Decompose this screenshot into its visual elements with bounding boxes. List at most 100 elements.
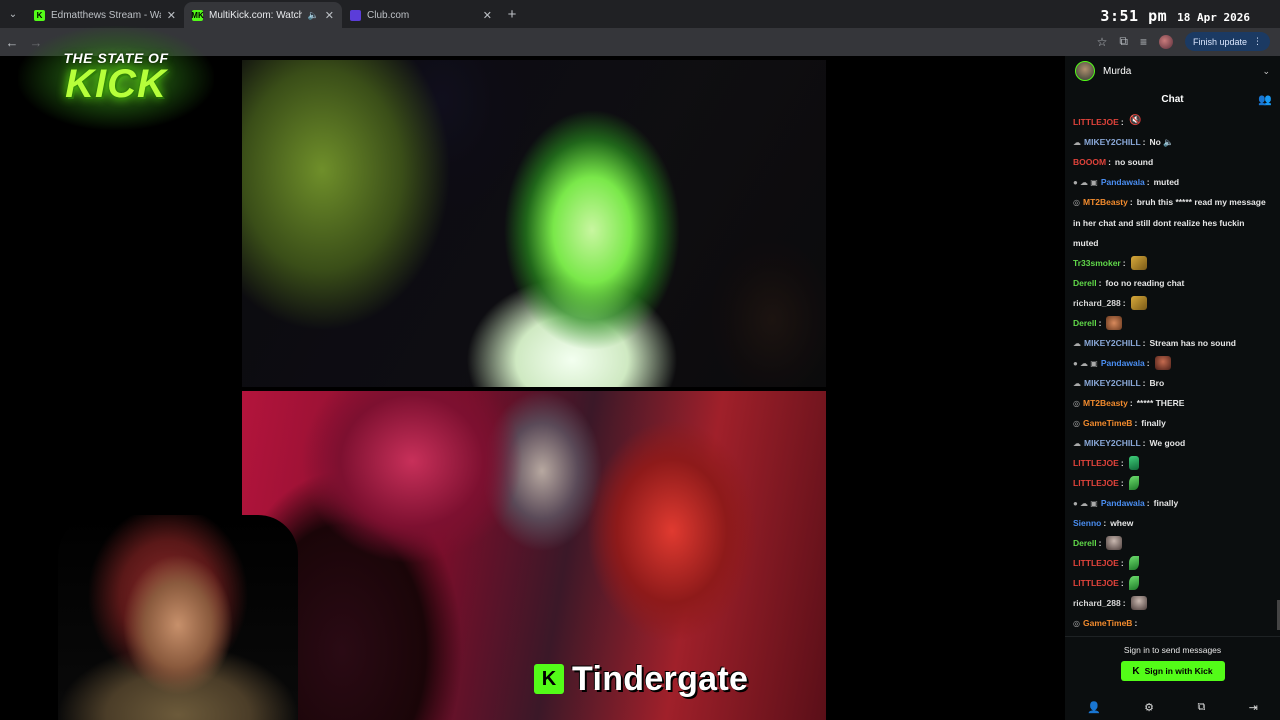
new-tab-button[interactable]: + — [500, 6, 524, 23]
chat-username[interactable]: richard_288 — [1073, 598, 1121, 608]
chat-title: Chat — [1161, 93, 1184, 105]
chat-username[interactable]: LITTLEJOE — [1073, 578, 1119, 588]
chat-username[interactable]: Derell — [1073, 538, 1097, 548]
chat-message: LITTLEJOE: — [1073, 573, 1272, 593]
tab-title: Edmatthews Stream - Watch Li — [51, 9, 161, 21]
media-queue-icon[interactable]: ≡ — [1140, 35, 1147, 49]
chat-message: richard_288: — [1073, 293, 1272, 313]
stream-video-top[interactable] — [242, 60, 826, 387]
browser-tab[interactable]: MK MultiKick.com: Watch Mult 🔈 ✕ — [184, 2, 342, 28]
collapse-chat-icon[interactable]: ⇥ — [1249, 701, 1258, 714]
tab-favicon-icon — [350, 9, 361, 21]
emote-man-icon — [1130, 596, 1147, 610]
chat-username[interactable]: MIKEY2CHILL — [1084, 137, 1141, 147]
add-friend-icon[interactable]: 👤 — [1087, 701, 1101, 714]
chat-message: LITTLEJOE: — [1073, 553, 1272, 573]
tab-close-icon[interactable]: ✕ — [483, 9, 492, 22]
chat-username[interactable]: MIKEY2CHILL — [1084, 438, 1141, 448]
chat-username[interactable]: GameTimeB — [1083, 418, 1132, 428]
chat-message: BOOOM: no sound — [1073, 152, 1272, 172]
emote-leaf-icon — [1128, 556, 1139, 570]
chat-message-text: muted — [1153, 177, 1180, 187]
finish-update-button[interactable]: Finish update ⋮ — [1184, 32, 1270, 51]
chat-message-text: no sound — [1114, 157, 1154, 167]
chat-message: Derell: — [1073, 533, 1272, 553]
chat-username[interactable]: LITTLEJOE — [1073, 478, 1119, 488]
sign-in-button[interactable]: K Sign in with Kick — [1120, 661, 1225, 681]
gear-icon[interactable]: ⚙ — [1144, 701, 1154, 714]
chat-username[interactable]: richard_288 — [1073, 298, 1121, 308]
username-separator: : — [1146, 177, 1150, 187]
tab-search-chevron-icon[interactable]: ⌄ — [0, 0, 26, 28]
channel-name: Murda — [1103, 65, 1132, 77]
user-badges: ● ☁ ▣ — [1073, 177, 1098, 187]
chat-message-text: Stream has no sound — [1149, 338, 1236, 348]
chat-username[interactable]: LITTLEJOE — [1073, 117, 1119, 127]
chat-message: Derell: foo no reading chat — [1073, 273, 1272, 293]
extensions-puzzle-icon[interactable]: ⧉ — [1119, 34, 1128, 49]
popout-icon[interactable]: ⧉ — [1197, 701, 1205, 714]
profile-avatar[interactable] — [1158, 34, 1173, 49]
username-separator: : — [1103, 518, 1107, 528]
browser-tab[interactable]: Club.com ✕ — [342, 2, 500, 28]
chat-username[interactable]: Pandawala — [1101, 498, 1145, 508]
finish-update-label: Finish update — [1192, 36, 1247, 47]
username-separator: : — [1122, 298, 1126, 308]
chat-username[interactable]: Pandawala — [1101, 177, 1145, 187]
chat-message-text: ***** THERE — [1136, 398, 1185, 408]
chat-message: richard_288: — [1073, 593, 1272, 613]
tab-close-icon[interactable]: ✕ — [167, 9, 176, 22]
username-separator: : — [1120, 478, 1124, 488]
chat-message: ◎ MT2Beasty: ***** THERE — [1073, 393, 1272, 413]
chevron-down-icon: ⌄ — [1262, 65, 1270, 76]
chat-message-list[interactable]: LITTLEJOE: 🔇 ☁ MIKEY2CHILL: No 🔈 BOOOM: no sou… — [1065, 112, 1280, 633]
chat-username[interactable]: Pandawala — [1101, 358, 1145, 368]
emote-mute-icon: 🔇 — [1129, 115, 1142, 126]
emote-man-icon — [1106, 536, 1123, 550]
chat-username[interactable]: GameTimeB — [1083, 618, 1132, 628]
kebab-menu-icon: ⋮ — [1253, 36, 1262, 46]
user-badges: ☁ — [1073, 438, 1081, 448]
username-separator: : — [1134, 618, 1138, 628]
chat-username[interactable]: BOOOM — [1073, 157, 1106, 167]
username-separator: : — [1098, 278, 1102, 288]
username-separator: : — [1120, 558, 1124, 568]
bookmark-star-icon[interactable]: ☆ — [1097, 35, 1108, 49]
chat-username[interactable]: MT2Beasty — [1083, 398, 1128, 408]
chat-username[interactable]: LITTLEJOE — [1073, 458, 1119, 468]
chat-username[interactable]: Tr33smoker — [1073, 258, 1121, 268]
tab-audio-icon[interactable]: 🔈 — [308, 10, 319, 21]
chat-message-text: No 🔈 — [1149, 136, 1174, 147]
username-separator: : — [1142, 378, 1146, 388]
chat-message: ☁ MIKEY2CHILL: No 🔈 — [1073, 132, 1272, 152]
clock-overlay: 3:51 pm 18 Apr 2026 — [1100, 7, 1250, 25]
logo-big-text: KICK — [65, 61, 167, 106]
user-badges: ☁ — [1073, 338, 1081, 348]
chat-username[interactable]: MIKEY2CHILL — [1084, 378, 1141, 388]
users-icon[interactable]: 👥 — [1258, 93, 1272, 106]
username-separator: : — [1134, 418, 1138, 428]
emote-leaf-icon — [1128, 576, 1139, 590]
chat-username[interactable]: LITTLEJOE — [1073, 558, 1119, 568]
channel-selector[interactable]: Murda ⌄ — [1065, 56, 1280, 86]
tab-close-icon[interactable]: ✕ — [325, 9, 334, 22]
chat-username[interactable]: Derell — [1073, 278, 1097, 288]
chat-message-text: Bro — [1149, 378, 1165, 388]
browser-tab[interactable]: K Edmatthews Stream - Watch Li ✕ — [26, 2, 184, 28]
chat-message-text: We good — [1149, 438, 1186, 448]
chat-username[interactable]: Derell — [1073, 318, 1097, 328]
chat-username[interactable]: MT2Beasty — [1083, 197, 1128, 207]
username-separator: : — [1098, 538, 1102, 548]
chat-header: Chat 👥 — [1065, 86, 1280, 112]
username-separator: : — [1120, 578, 1124, 588]
user-badges: ● ☁ ▣ — [1073, 358, 1098, 368]
user-badges: ◎ — [1073, 198, 1080, 207]
chat-message: LITTLEJOE: 🔇 — [1073, 112, 1272, 132]
streamer-webcam — [58, 515, 298, 720]
username-separator: : — [1142, 137, 1146, 147]
chat-username[interactable]: MIKEY2CHILL — [1084, 338, 1141, 348]
emote-girl-icon — [1154, 356, 1171, 370]
chat-username[interactable]: Sienno — [1073, 518, 1101, 528]
chat-message: LITTLEJOE: — [1073, 453, 1272, 473]
tab-title: MultiKick.com: Watch Mult — [209, 9, 302, 21]
